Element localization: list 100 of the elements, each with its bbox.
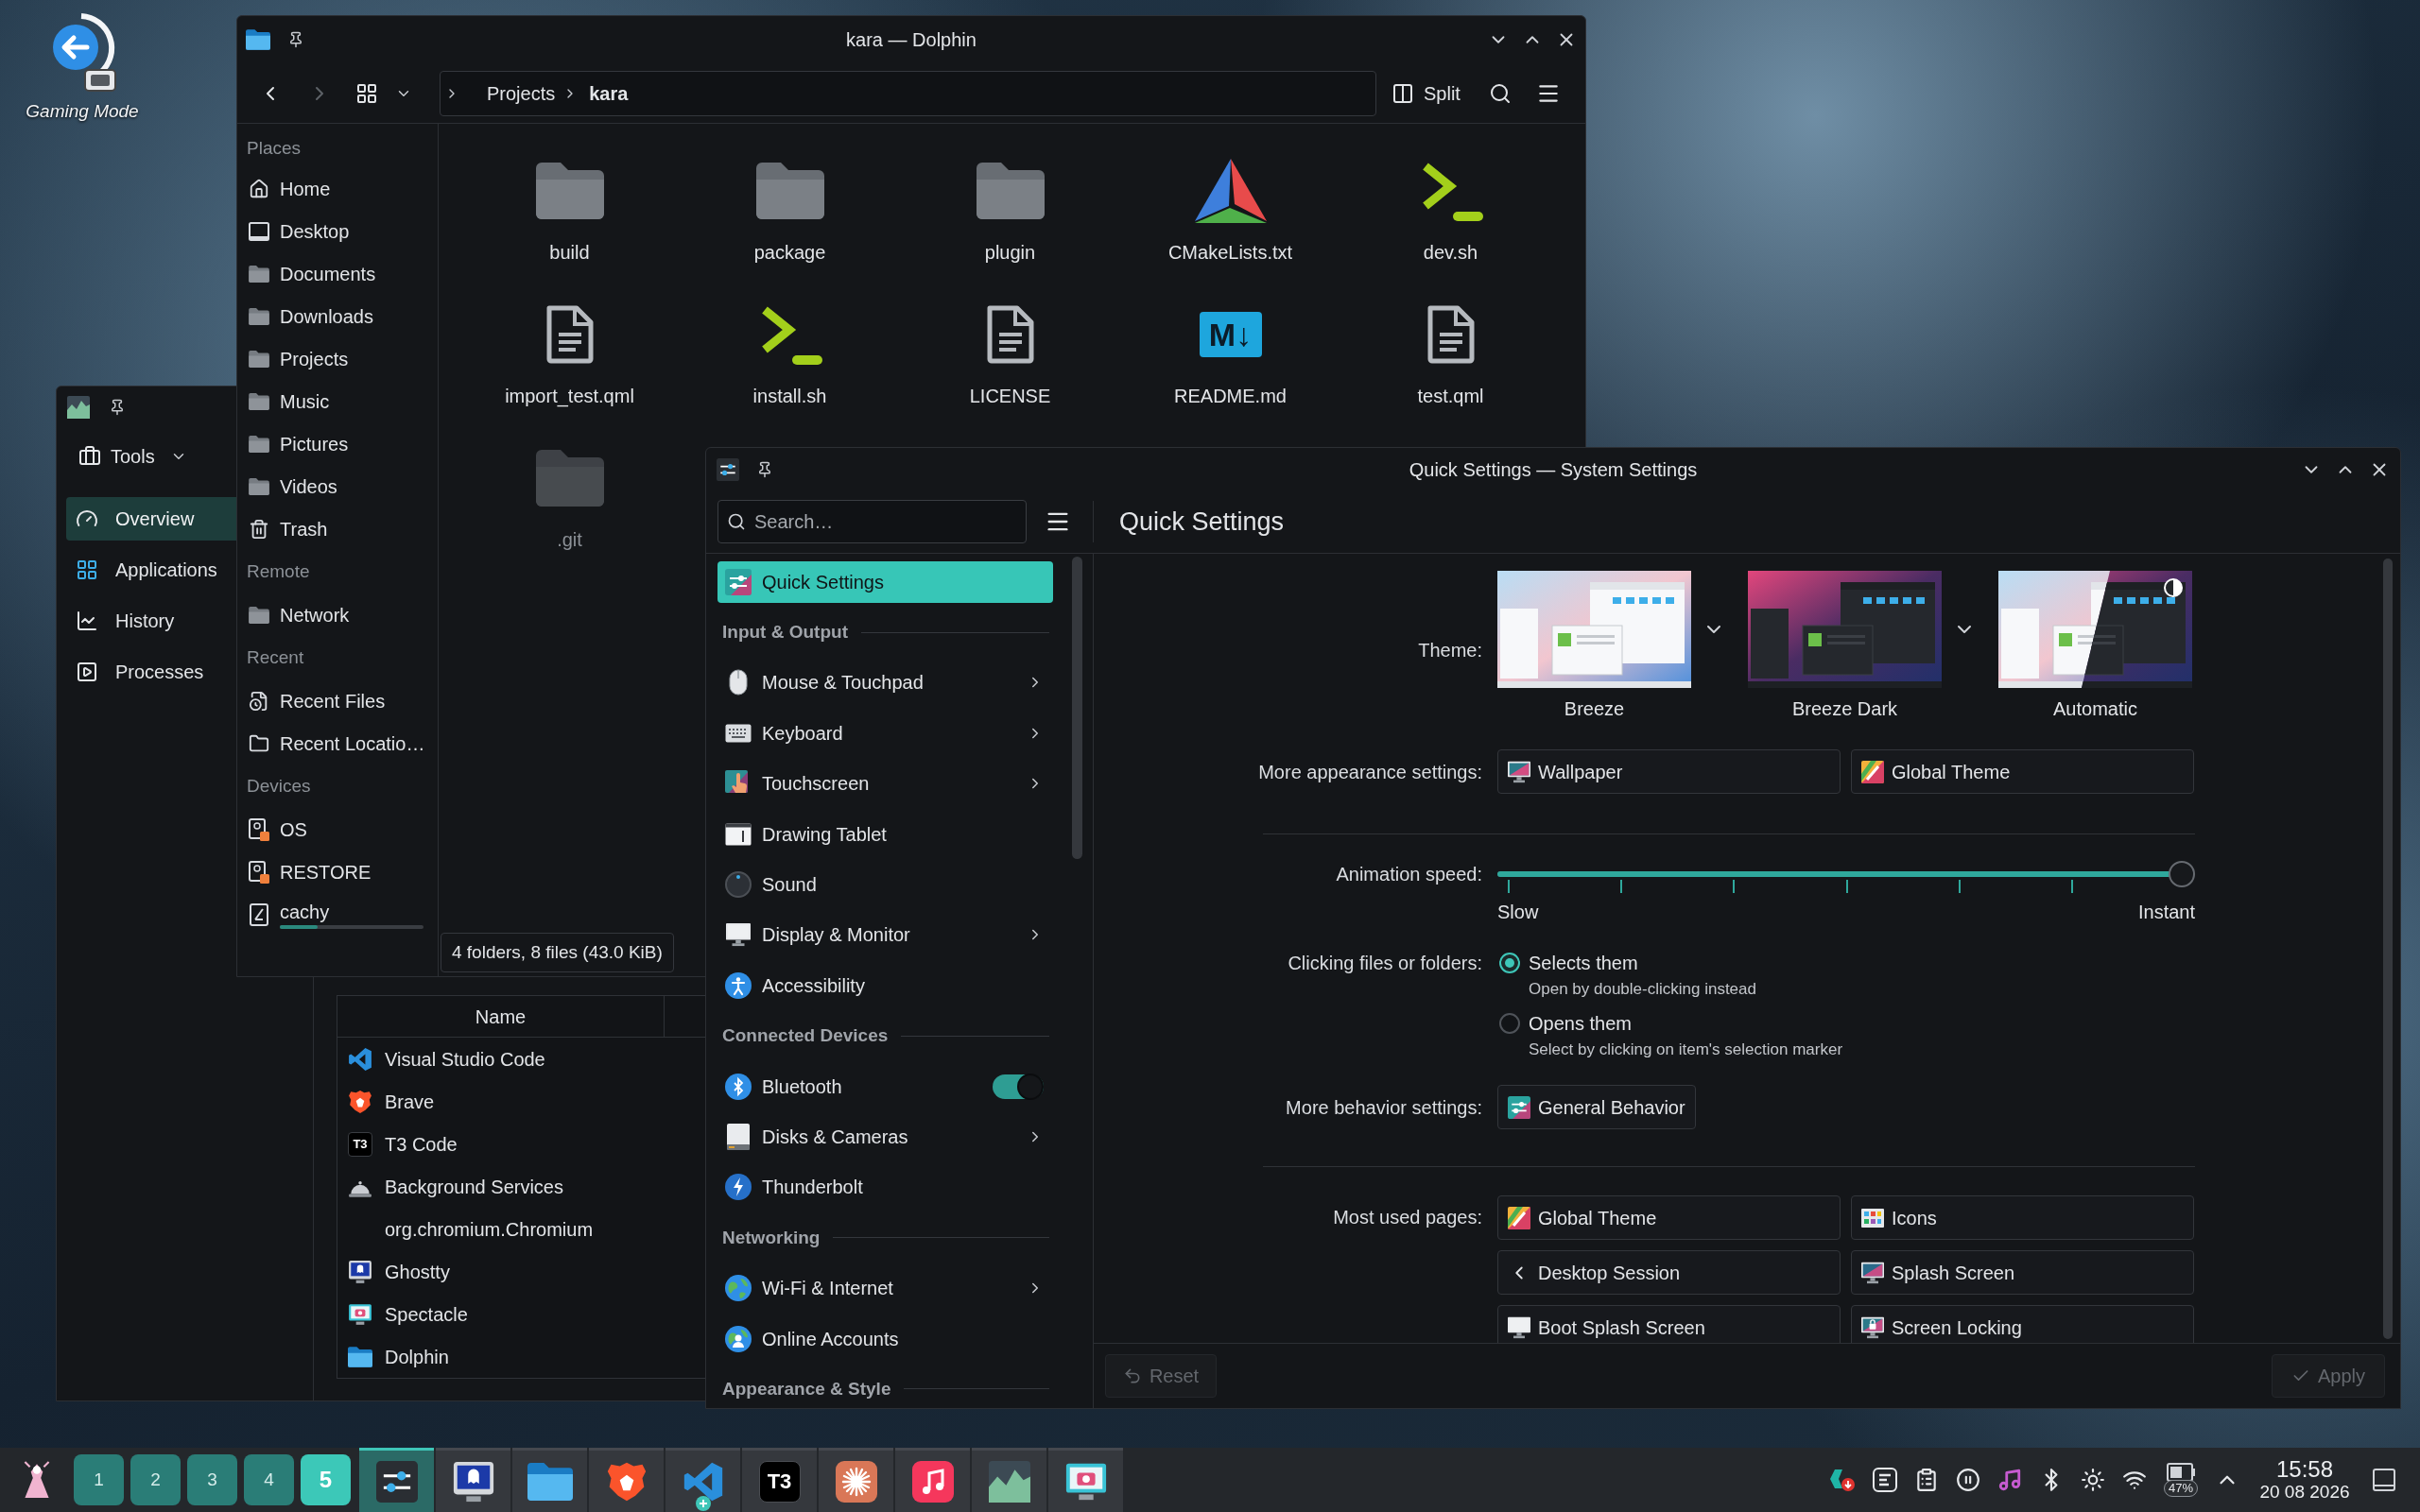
task-button[interactable] — [1048, 1448, 1123, 1512]
places-item[interactable]: Pictures — [237, 429, 349, 458]
desktop-pager-button[interactable]: 4 — [244, 1454, 294, 1505]
sidebar-item[interactable]: Drawing Tablet — [717, 813, 1053, 855]
brightness-icon[interactable] — [2080, 1468, 2105, 1492]
toggle-switch[interactable] — [993, 1074, 1044, 1099]
task-button[interactable] — [359, 1448, 434, 1512]
task-button[interactable]: T3 — [742, 1448, 817, 1512]
places-item[interactable]: Recent Locatio… — [237, 729, 425, 758]
page-link-button[interactable]: Splash Screen — [1851, 1250, 2194, 1295]
theme-option[interactable]: Breeze — [1497, 571, 1691, 730]
option-label[interactable]: Selects them — [1529, 949, 1638, 977]
sidebar-item[interactable]: Bluetooth — [717, 1065, 1053, 1108]
file-item[interactable]: install.sh — [752, 292, 827, 411]
places-item[interactable]: RESTORE — [237, 857, 372, 886]
places-item[interactable]: Desktop — [237, 216, 350, 246]
places-item[interactable]: cachy — [237, 900, 424, 929]
page-link-button[interactable]: Screen Locking — [1851, 1305, 2194, 1343]
scrollbar[interactable] — [2383, 558, 2393, 1339]
pin-icon[interactable] — [287, 31, 304, 48]
file-item[interactable]: CMakeLists.txt — [1167, 148, 1293, 267]
page-link-button[interactable]: Boot Splash Screen — [1497, 1305, 1841, 1343]
file-item[interactable]: dev.sh — [1418, 148, 1483, 267]
breadcrumb-item[interactable]: kara — [589, 78, 629, 108]
tools-menu-button[interactable]: Tools — [78, 442, 187, 471]
file-item[interactable]: LICENSE — [969, 292, 1051, 411]
task-button[interactable] — [589, 1448, 664, 1512]
pin-icon[interactable] — [109, 399, 126, 416]
breadcrumb-item[interactable]: Projects — [487, 78, 556, 108]
update-icon[interactable] — [1828, 1468, 1856, 1492]
places-item[interactable]: OS — [237, 815, 307, 844]
show-desktop-icon[interactable] — [2373, 1469, 2395, 1491]
radio-button[interactable] — [1499, 1013, 1520, 1034]
desktop-shortcut[interactable]: Gaming Mode — [23, 13, 142, 126]
file-item[interactable]: build — [535, 148, 604, 267]
split-button[interactable]: Split — [1392, 78, 1461, 108]
sidebar-item[interactable]: Sound — [717, 864, 1053, 906]
task-button[interactable] — [666, 1448, 740, 1512]
sidebar-item[interactable]: Processes — [66, 650, 236, 694]
desktop-pager-button[interactable]: 3 — [187, 1454, 237, 1505]
task-button[interactable] — [972, 1448, 1046, 1512]
sidebar-item[interactable]: Keyboard — [717, 712, 1053, 754]
places-item[interactable]: Videos — [237, 472, 337, 501]
places-item[interactable]: Network — [237, 600, 350, 629]
pause-icon[interactable] — [1955, 1468, 1980, 1492]
task-button[interactable] — [512, 1448, 587, 1512]
launcher-icon[interactable] — [23, 1460, 51, 1500]
file-item[interactable]: package — [753, 148, 826, 267]
page-link-button[interactable]: Wallpaper — [1497, 749, 1841, 794]
column-header[interactable]: Name — [337, 996, 665, 1037]
desktop-pager-button[interactable]: 2 — [130, 1454, 181, 1505]
desktop-pager-button[interactable]: 1 — [74, 1454, 124, 1505]
file-item[interactable]: M↓ README.md — [1174, 292, 1287, 411]
pin-icon[interactable] — [756, 460, 773, 478]
page-link-button[interactable]: General Behavior — [1497, 1085, 1696, 1129]
file-item[interactable]: plugin — [976, 148, 1045, 267]
theme-option[interactable]: Automatic — [1998, 571, 2192, 730]
location-bar[interactable]: Projects kara — [440, 70, 1376, 116]
file-item[interactable]: import_test.qml — [505, 292, 634, 411]
clock-date[interactable]: 20 08 2026 — [2259, 1482, 2350, 1503]
sidebar-item[interactable]: Quick Settings — [717, 560, 1053, 603]
page-link-button[interactable]: Global Theme — [1851, 749, 2194, 794]
sidebar-item[interactable]: Applications — [66, 548, 236, 592]
places-item[interactable]: Projects — [237, 344, 349, 373]
slider-thumb[interactable] — [2169, 861, 2195, 887]
places-item[interactable]: Documents — [237, 259, 376, 288]
clock-time[interactable]: 15:58 — [2275, 1457, 2334, 1482]
sidebar-item[interactable]: Overview — [66, 497, 236, 541]
sidebar-item[interactable]: Display & Monitor — [717, 914, 1053, 956]
icon-view-icon[interactable] — [355, 81, 378, 105]
task-button[interactable] — [819, 1448, 893, 1512]
music-note-icon[interactable] — [1996, 1468, 2022, 1492]
radio-button[interactable] — [1499, 953, 1520, 973]
sidebar-item[interactable]: Online Accounts — [717, 1317, 1053, 1360]
places-item[interactable]: Music — [237, 387, 330, 416]
sidebar-item[interactable]: Disks & Cameras — [717, 1116, 1053, 1158]
places-item[interactable]: Downloads — [237, 301, 373, 331]
page-link-button[interactable]: Desktop Session — [1497, 1250, 1841, 1295]
task-button[interactable] — [436, 1448, 510, 1512]
theme-option[interactable]: Breeze Dark — [1748, 571, 1942, 730]
sidebar-item[interactable]: Accessibility — [717, 964, 1053, 1006]
page-link-button[interactable]: Icons — [1851, 1195, 2194, 1240]
battery-icon[interactable] — [2167, 1463, 2195, 1482]
places-item[interactable]: Home — [237, 174, 331, 203]
sidebar-item[interactable]: Touchscreen — [717, 763, 1053, 805]
sidebar-item[interactable]: Thunderbolt — [717, 1166, 1053, 1209]
file-item[interactable]: test.qml — [1417, 292, 1484, 411]
scrollbar[interactable] — [1072, 557, 1082, 859]
task-button[interactable] — [895, 1448, 970, 1512]
sidebar-item[interactable]: Mouse & Touchpad — [717, 662, 1053, 704]
option-label[interactable]: Opens them — [1529, 1009, 1632, 1038]
search-field[interactable]: Search… — [717, 500, 1027, 543]
list-icon[interactable] — [1872, 1468, 1897, 1492]
speed-slider[interactable] — [1497, 861, 2195, 893]
page-link-button[interactable]: Global Theme — [1497, 1195, 1841, 1240]
places-item[interactable]: Trash — [237, 514, 328, 543]
search-icon[interactable] — [1488, 81, 1512, 105]
file-item[interactable]: .git — [535, 436, 604, 555]
places-item[interactable]: Recent Files — [237, 686, 386, 715]
sidebar-item[interactable]: Wi-Fi & Internet — [717, 1267, 1053, 1310]
